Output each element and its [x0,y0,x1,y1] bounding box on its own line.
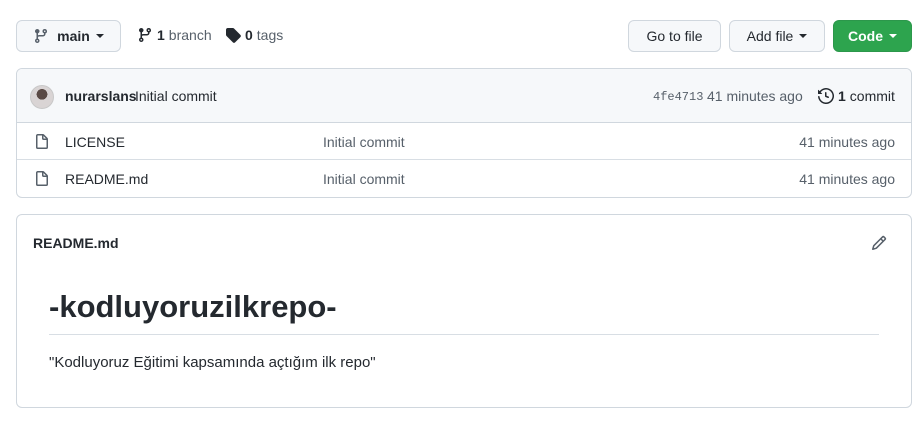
heading-divider [49,334,879,335]
branches-link[interactable]: 1 branch [137,27,212,43]
history-icon [818,88,834,104]
commits-word: commit [849,88,895,104]
commit-sha-link[interactable]: 4fe4713 [653,90,703,104]
branch-name: main [57,28,90,44]
readme-paragraph: "Kodluyoruz Eğitimi kapsamında açtığım i… [49,354,376,371]
add-file-label: Add file [746,28,794,44]
commit-author-link[interactable]: nurarslans [65,88,137,104]
code-label: Code [848,28,883,44]
git-branch-icon [138,28,151,43]
file-name-link[interactable]: LICENSE [65,134,125,150]
chevron-down-icon [799,34,808,38]
table-row[interactable]: LICENSE Initial commit 41 minutes ago [17,123,911,160]
file-name-link[interactable]: README.md [65,171,148,187]
branches-count: 1 [157,27,165,43]
file-age: 41 minutes ago [799,134,895,150]
file-commit-link[interactable]: Initial commit [323,134,405,150]
file-icon [36,171,48,186]
go-to-file-button[interactable]: Go to file [628,20,721,52]
tags-count: 0 [245,27,253,43]
go-to-file-label: Go to file [646,28,703,44]
chevron-down-icon [889,34,897,38]
commits-link[interactable]: 1 commit [818,88,895,104]
code-button[interactable]: Code [833,20,912,52]
readme-filename[interactable]: README.md [33,235,119,251]
commit-time: 41 minutes ago [707,88,803,104]
branches-word: branch [168,27,212,43]
avatar[interactable] [30,85,54,109]
tags-word: tags [256,27,284,43]
file-icon [36,134,48,149]
commits-count: 1 [838,88,846,104]
file-browser: nurarslans Initial commit 4fe4713 41 min… [16,68,912,198]
commit-message-link[interactable]: Initial commit [135,88,217,104]
readme-heading: -kodluyoruzilkrepo- [49,289,337,324]
add-file-button[interactable]: Add file [729,20,825,52]
readme-panel: README.md -kodluyoruzilkrepo- "Kodluyoru… [16,214,912,408]
git-branch-icon [35,29,48,44]
tag-icon [226,28,241,43]
latest-commit-bar: nurarslans Initial commit 4fe4713 41 min… [17,69,911,123]
file-commit-link[interactable]: Initial commit [323,171,405,187]
tags-link[interactable]: 0 tags [225,27,283,43]
branch-select-button[interactable]: main [16,20,121,52]
chevron-down-icon [95,34,104,38]
table-row[interactable]: README.md Initial commit 41 minutes ago [17,160,911,197]
pencil-icon[interactable] [871,235,887,251]
file-age: 41 minutes ago [799,171,895,187]
